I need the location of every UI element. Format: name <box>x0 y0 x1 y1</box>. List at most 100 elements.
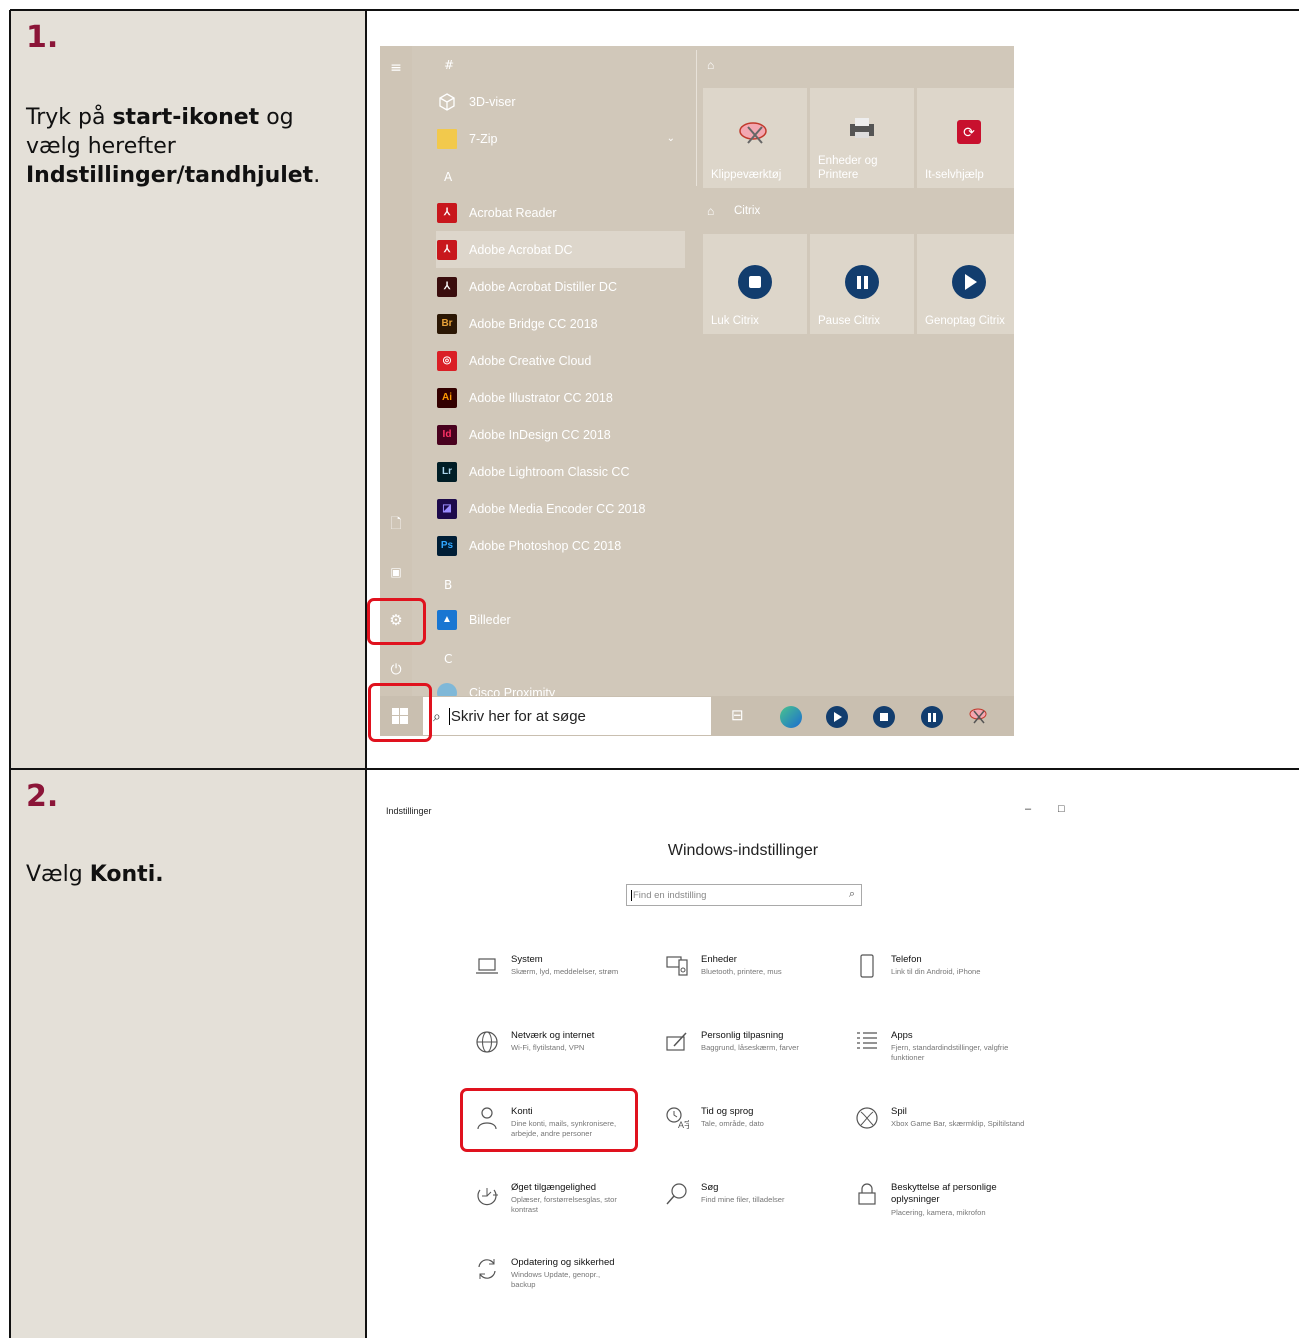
app-photoshop[interactable]: Ps Adobe Photoshop CC 2018 <box>436 527 685 564</box>
taskbar-play-icon[interactable] <box>826 706 848 728</box>
app-label: Adobe Acrobat Distiller DC <box>469 279 617 294</box>
start-menu: ≡ 🗋 ▣ ⚙ ⏻ # 3D-viser 7-Zip ⌄ A ⅄ Acrobat R… <box>380 46 1014 736</box>
app-illustrator[interactable]: Ai Adobe Illustrator CC 2018 <box>436 379 685 416</box>
category-subtitle: Oplæser, forstørrelsesglas, stor kontras… <box>511 1195 617 1214</box>
illustrator-icon: Ai <box>437 387 457 408</box>
pause-icon <box>845 265 879 299</box>
category-title: Apps <box>891 1030 913 1041</box>
folder-icon <box>437 128 457 149</box>
taskbar-snipping-icon[interactable] <box>968 706 990 726</box>
category-title: Tid og sprog <box>701 1106 754 1117</box>
highlight-settings-gear <box>367 598 426 645</box>
document-icon[interactable]: 🗋 <box>388 516 404 532</box>
category-title: Søg <box>701 1182 719 1193</box>
app-7zip[interactable]: 7-Zip ⌄ <box>436 120 685 157</box>
time-language-icon: A字 <box>666 1107 689 1130</box>
settings-search-placeholder: Find en indstilling <box>631 889 707 901</box>
edge-browser-icon[interactable] <box>780 706 802 728</box>
app-label: Adobe Photoshop CC 2018 <box>469 538 622 553</box>
play-icon <box>952 265 986 299</box>
taskbar-pause-icon[interactable] <box>921 706 943 728</box>
help-icon: ⟳ <box>951 114 987 150</box>
app-media-encoder[interactable]: ◪ Adobe Media Encoder CC 2018 <box>436 490 685 527</box>
lock-icon <box>858 1183 876 1205</box>
tile-luk-citrix[interactable]: Luk Citrix <box>703 234 807 334</box>
app-creative-cloud[interactable]: ◎ Adobe Creative Cloud <box>436 342 685 379</box>
taskbar: ⌕ Skriv her for at søge ⊟ <box>380 696 1014 736</box>
distiller-icon: ⅄ <box>437 276 457 297</box>
laptop-icon <box>476 958 498 974</box>
printer-icon <box>844 110 880 146</box>
xbox-icon <box>856 1107 878 1129</box>
maximize-icon[interactable]: □ <box>1058 803 1065 815</box>
app-billeder[interactable]: ▲ Billeder <box>436 601 685 638</box>
chevron-down-icon[interactable]: ⌄ <box>667 133 675 144</box>
app-acrobat-reader[interactable]: ⅄ Acrobat Reader <box>436 194 685 231</box>
media-encoder-icon: ◪ <box>437 498 457 519</box>
highlight-start-button <box>368 683 432 742</box>
step2-text-a: Vælg <box>26 862 90 887</box>
pictures-icon[interactable]: ▣ <box>388 564 404 580</box>
step1-text-e: . <box>313 163 321 188</box>
tile-genoptag-citrix[interactable]: Genoptag Citrix <box>917 234 1014 334</box>
tile-enheder-og-printere[interactable]: Enheder og Printere <box>810 88 914 188</box>
indesign-icon: Id <box>437 424 457 445</box>
tile-it-selvhjaelp[interactable]: ⟳ It-selvhjælp <box>917 88 1014 188</box>
taskbar-stop-icon[interactable] <box>873 706 895 728</box>
app-adobe-bridge[interactable]: Br Adobe Bridge CC 2018 <box>436 305 685 342</box>
table-border-top <box>10 9 1299 11</box>
app-label: Adobe Acrobat DC <box>469 242 573 257</box>
app-lightroom[interactable]: Lr Adobe Lightroom Classic CC <box>436 453 685 490</box>
photoshop-icon: Ps <box>437 535 457 556</box>
tile-label: Enheder og Printere <box>818 155 878 181</box>
search-icon: ⌕ <box>848 888 855 900</box>
app-3d-viser[interactable]: 3D-viser <box>436 83 685 120</box>
step2-text-konti: Konti. <box>89 862 164 887</box>
section-header-c: C <box>444 652 453 666</box>
apps-list-icon <box>857 1032 877 1049</box>
tile-klippevaerktoej[interactable]: Klippeværktøj <box>703 88 807 188</box>
bridge-icon: Br <box>437 313 457 334</box>
category-title: Opdatering og sikkerhed <box>511 1257 615 1268</box>
tile-label: Klippeværktøj <box>711 169 782 181</box>
tile-label: Pause Citrix <box>818 315 880 327</box>
lightroom-icon: Lr <box>437 461 457 482</box>
category-subtitle: Windows Update, genopr., backup <box>511 1270 601 1289</box>
app-label: Adobe Lightroom Classic CC <box>469 464 630 479</box>
power-icon[interactable]: ⏻ <box>388 662 404 678</box>
section-header-b: B <box>444 578 453 592</box>
category-title: System <box>511 954 543 965</box>
step1-number: 1. <box>26 20 59 55</box>
category-subtitle: Find mine filer, tilladelser <box>701 1195 785 1204</box>
task-view-icon[interactable]: ⊟ <box>731 706 744 724</box>
paint-icon <box>666 1032 687 1051</box>
phone-icon <box>860 954 874 978</box>
category-title: Personlig tilpasning <box>701 1030 784 1041</box>
category-title: Øget tilgængelighed <box>511 1182 597 1193</box>
search-icon <box>666 1183 687 1205</box>
app-adobe-acrobat-dc[interactable]: ⅄ Adobe Acrobat DC <box>436 231 685 268</box>
tile-pause-citrix[interactable]: Pause Citrix <box>810 234 914 334</box>
category-subtitle: Tale, område, dato <box>701 1119 764 1128</box>
category-subtitle: Wi-Fi, flytilstand, VPN <box>511 1043 585 1052</box>
section-header-hash: # <box>444 58 455 72</box>
category-subtitle: Bluetooth, printere, mus <box>701 967 782 976</box>
app-indesign[interactable]: Id Adobe InDesign CC 2018 <box>436 416 685 453</box>
table-border-left <box>9 10 11 1338</box>
globe-icon <box>476 1031 498 1053</box>
category-subtitle: Fjern, standardindstillinger, valgfrie f… <box>891 1043 1009 1062</box>
minimize-icon[interactable]: – <box>1025 803 1031 815</box>
cube-icon <box>437 92 457 112</box>
app-label: Adobe Bridge CC 2018 <box>469 316 598 331</box>
stop-icon <box>738 265 772 299</box>
citrix-group-icon: ⌂ <box>707 204 715 218</box>
table-border-divider <box>365 10 367 1338</box>
settings-heading: Windows-indstillinger <box>667 842 819 859</box>
hamburger-menu-icon[interactable]: ≡ <box>388 60 404 76</box>
app-label: Acrobat Reader <box>469 205 557 220</box>
app-label: Adobe Creative Cloud <box>469 353 592 368</box>
taskbar-search-box[interactable]: ⌕ Skriv her for at søge <box>423 697 711 735</box>
app-acrobat-distiller[interactable]: ⅄ Adobe Acrobat Distiller DC <box>436 268 685 305</box>
settings-search-input[interactable]: Find en indstilling ⌕ <box>626 884 862 906</box>
svg-text:A字: A字 <box>678 1119 689 1130</box>
